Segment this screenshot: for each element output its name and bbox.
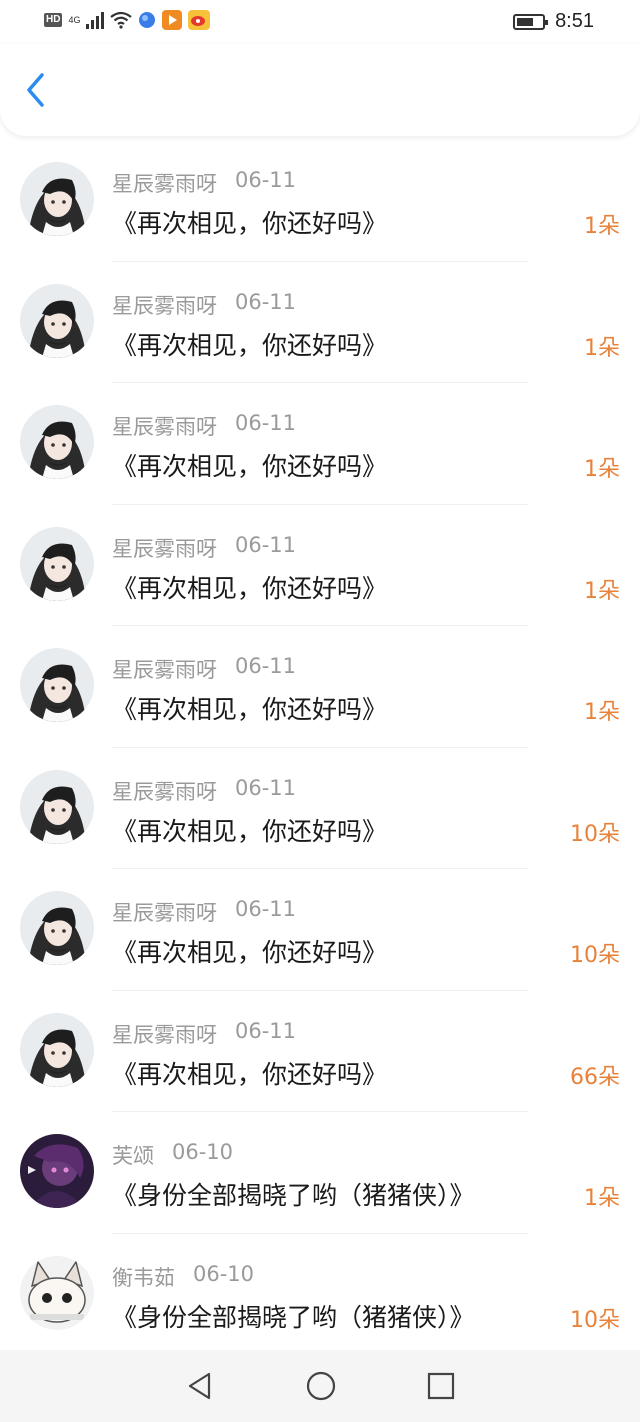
work-title[interactable]: 《再次相见，你还好吗》 [112, 326, 387, 362]
flower-count: 1朵 [584, 578, 620, 604]
user-name[interactable]: 星辰雾雨呀 [112, 776, 217, 806]
meta-line: 星辰雾雨呀 06-11 [112, 533, 296, 563]
meta-line: 芙颂 06-10 [112, 1140, 233, 1170]
avatar[interactable] [20, 891, 94, 965]
app-icon [139, 12, 156, 28]
meta-line: 星辰雾雨呀 06-11 [112, 411, 296, 441]
meta-line: 衡韦茹 06-10 [112, 1262, 254, 1292]
flower-count: 10朵 [570, 821, 620, 847]
list-item[interactable]: 星辰雾雨呀 06-11 《再次相见，你还好吗》 1朵 [0, 262, 640, 383]
meta-line: 星辰雾雨呀 06-11 [112, 168, 296, 198]
wifi-icon [110, 11, 133, 29]
flower-count: 10朵 [570, 1307, 620, 1333]
user-name[interactable]: 星辰雾雨呀 [112, 533, 217, 563]
avatar[interactable] [20, 648, 94, 722]
post-date: 06-11 [235, 168, 297, 192]
user-name[interactable]: 星辰雾雨呀 [112, 290, 217, 320]
flower-count: 1朵 [584, 1186, 620, 1211]
network-type: 4G [68, 14, 81, 25]
meta-line: 星辰雾雨呀 06-11 [112, 897, 296, 927]
back-button[interactable] [18, 70, 52, 110]
post-date: 06-11 [235, 897, 297, 921]
work-title[interactable]: 《再次相见，你还好吗》 [112, 933, 387, 969]
work-title[interactable]: 《身份全部揭晓了哟（猪猪侠）》 [112, 1176, 475, 1212]
video-app-icon [162, 10, 183, 30]
back-triangle-icon[interactable] [185, 1371, 215, 1401]
list-item[interactable]: 星辰雾雨呀 06-11 《再次相见，你还好吗》 1朵 [0, 140, 640, 262]
status-time: 8:51 [555, 10, 594, 32]
avatar[interactable] [20, 283, 94, 358]
post-date: 06-11 [235, 775, 297, 800]
user-name[interactable]: 星辰雾雨呀 [112, 1019, 217, 1049]
recents-square-icon[interactable] [427, 1372, 455, 1400]
work-title[interactable]: 《再次相见，你还好吗》 [112, 690, 387, 726]
avatar[interactable] [20, 1012, 94, 1087]
user-name[interactable]: 星辰雾雨呀 [112, 654, 217, 684]
post-date: 06-11 [235, 1018, 297, 1043]
post-date: 06-11 [235, 532, 297, 557]
work-title[interactable]: 《再次相见，你还好吗》 [112, 204, 387, 240]
flower-count: 1朵 [584, 700, 620, 725]
home-circle-icon[interactable] [305, 1370, 337, 1402]
list-item[interactable]: 星辰雾雨呀 06-11 《再次相见，你还好吗》 1朵 [0, 505, 640, 626]
status-bar: HD 4G 8:51 [0, 0, 640, 44]
avatar[interactable] [20, 405, 94, 479]
list-item[interactable]: 星辰雾雨呀 06-11 《再次相见，你还好吗》 1朵 [0, 626, 640, 748]
user-name[interactable]: 星辰雾雨呀 [112, 168, 217, 198]
flower-count: 66朵 [570, 1064, 620, 1090]
weibo-icon [188, 10, 211, 30]
list-item[interactable]: 星辰雾雨呀 06-11 《再次相见，你还好吗》 10朵 [0, 748, 640, 869]
avatar[interactable] [20, 1255, 94, 1330]
avatar[interactable] [20, 1134, 94, 1208]
meta-line: 星辰雾雨呀 06-11 [112, 654, 296, 684]
work-title[interactable]: 《再次相见，你还好吗》 [112, 812, 387, 848]
post-date: 06-11 [235, 289, 297, 314]
user-name[interactable]: 星辰雾雨呀 [112, 411, 217, 441]
avatar[interactable] [20, 769, 94, 844]
post-date: 06-10 [193, 1261, 255, 1286]
flower-count: 1朵 [584, 335, 620, 361]
flower-count: 1朵 [584, 214, 620, 239]
meta-line: 星辰雾雨呀 06-11 [112, 1019, 296, 1049]
list-item[interactable]: 芙颂 06-10 《身份全部揭晓了哟（猪猪侠）》 1朵 [0, 1112, 640, 1234]
hd-icon: HD [44, 13, 63, 27]
work-title[interactable]: 《身份全部揭晓了哟（猪猪侠）》 [112, 1298, 475, 1334]
signal-icon [86, 11, 105, 29]
work-title[interactable]: 《再次相见，你还好吗》 [112, 447, 387, 483]
user-name[interactable]: 星辰雾雨呀 [112, 897, 217, 927]
avatar[interactable] [20, 526, 94, 601]
flower-count: 1朵 [584, 457, 620, 482]
battery-icon [513, 13, 549, 30]
post-date: 06-11 [235, 654, 297, 678]
header-bar [0, 44, 640, 136]
user-name[interactable]: 芙颂 [112, 1140, 154, 1170]
list-item[interactable]: 衡韦茹 06-10 《身份全部揭晓了哟（猪猪侠）》 10朵 [0, 1234, 640, 1355]
chevron-left-icon [27, 73, 44, 107]
system-nav-bar [0, 1350, 640, 1422]
list-item[interactable]: 星辰雾雨呀 06-11 《再次相见，你还好吗》 66朵 [0, 991, 640, 1112]
flower-count: 10朵 [570, 943, 620, 968]
work-title[interactable]: 《再次相见，你还好吗》 [112, 1055, 387, 1091]
post-date: 06-11 [235, 411, 297, 435]
user-name[interactable]: 衡韦茹 [112, 1262, 175, 1292]
meta-line: 星辰雾雨呀 06-11 [112, 776, 296, 806]
list-item[interactable]: 星辰雾雨呀 06-11 《再次相见，你还好吗》 1朵 [0, 383, 640, 505]
gift-record-list: 星辰雾雨呀 06-11 《再次相见，你还好吗》 1朵 星辰雾雨呀 06-11 《… [0, 140, 640, 1355]
meta-line: 星辰雾雨呀 06-11 [112, 290, 296, 320]
list-item[interactable]: 星辰雾雨呀 06-11 《再次相见，你还好吗》 10朵 [0, 869, 640, 991]
work-title[interactable]: 《再次相见，你还好吗》 [112, 569, 387, 605]
post-date: 06-10 [172, 1140, 234, 1164]
avatar[interactable] [20, 162, 94, 236]
